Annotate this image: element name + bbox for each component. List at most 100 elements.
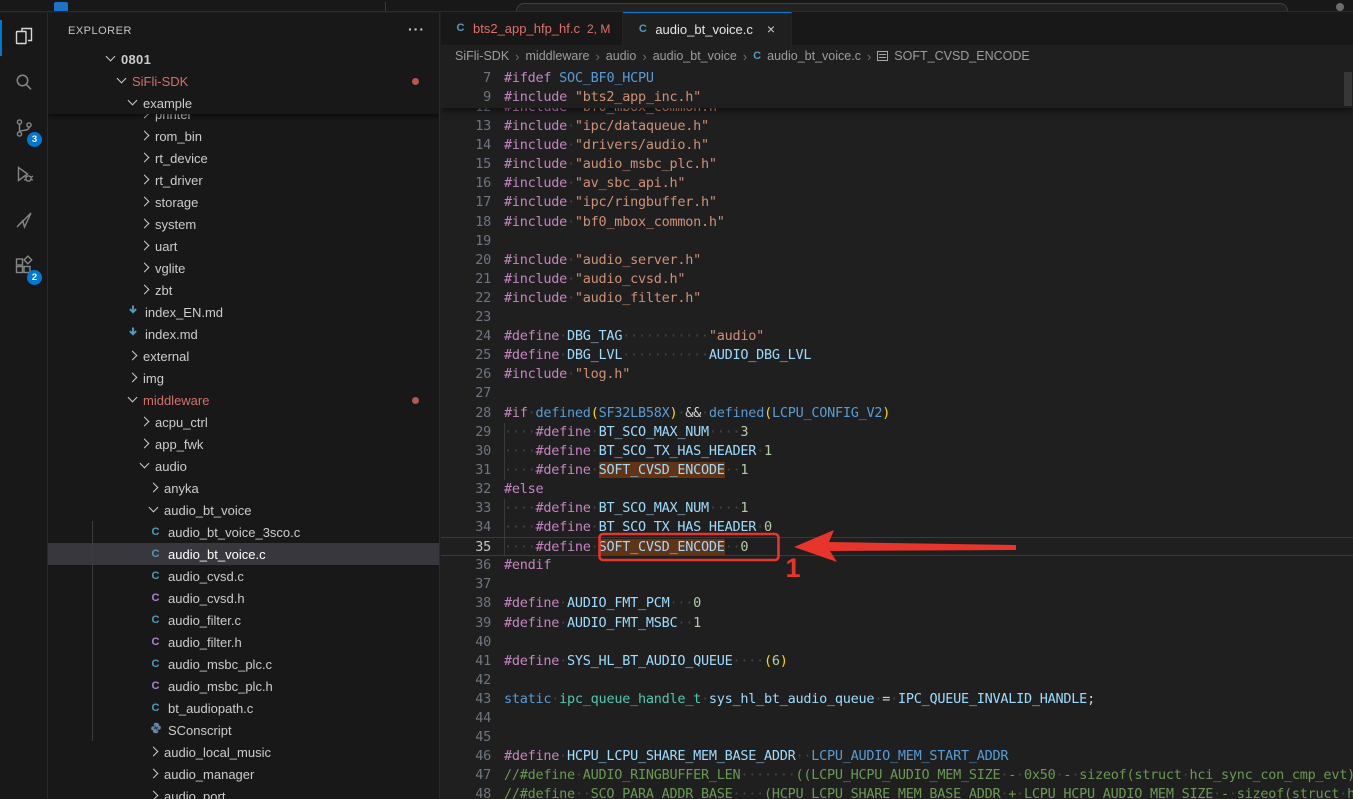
- breadcrumb-item[interactable]: audio_bt_voice: [653, 49, 737, 63]
- breadcrumb[interactable]: SiFli-SDK›middleware›audio›audio_bt_voic…: [441, 45, 1353, 67]
- line-number[interactable]: 15: [441, 155, 491, 174]
- code-line-28[interactable]: 28#if·defined(SF32LB58X)·&&·defined(LCPU…: [441, 404, 1353, 423]
- line-number[interactable]: 35: [441, 538, 491, 557]
- line-number[interactable]: 47: [441, 766, 491, 785]
- tree-item-rt_device[interactable]: rt_device: [48, 147, 439, 169]
- line-number[interactable]: 29: [441, 423, 491, 442]
- line-number[interactable]: 17: [441, 193, 491, 212]
- line-number[interactable]: 20: [441, 251, 491, 270]
- line-number[interactable]: 41: [441, 652, 491, 671]
- tree-item-audio_port[interactable]: audio_port: [48, 785, 439, 799]
- code-line-40[interactable]: 40: [441, 633, 1353, 652]
- tree-item-audio_msbc_plc.c[interactable]: Caudio_msbc_plc.c: [48, 653, 439, 675]
- breadcrumb-item[interactable]: SiFli-SDK: [455, 49, 509, 63]
- code-line-30[interactable]: 30····#define·BT_SCO_TX_HAS_HEADER·1: [441, 442, 1353, 461]
- line-number[interactable]: 7: [441, 69, 491, 88]
- tree-item-storage[interactable]: storage: [48, 191, 439, 213]
- tree-item-audio[interactable]: audio: [48, 455, 439, 477]
- command-center-search[interactable]: [516, 3, 1288, 12]
- code-line-41[interactable]: 41#define·SYS_HL_BT_AUDIO_QUEUE····(6): [441, 652, 1353, 671]
- code-line-21[interactable]: 21#include·"audio_cvsd.h": [441, 270, 1353, 289]
- tree-item-rom_bin[interactable]: rom_bin: [48, 125, 439, 147]
- tree-item-audio_msbc_plc.h[interactable]: Caudio_msbc_plc.h: [48, 675, 439, 697]
- code-line-31[interactable]: 31····#define·SOFT_CVSD_ENCODE··1: [441, 461, 1353, 480]
- code-line-23[interactable]: 23: [441, 308, 1353, 327]
- close-icon[interactable]: ×: [763, 21, 779, 37]
- code-line-32[interactable]: 32#else: [441, 480, 1353, 499]
- code-line-39[interactable]: 39#define·AUDIO_FMT_MSBC··1: [441, 614, 1353, 633]
- code-line-45[interactable]: 45: [441, 728, 1353, 747]
- line-number[interactable]: 32: [441, 480, 491, 499]
- code-line-22[interactable]: 22#include·"audio_filter.h": [441, 289, 1353, 308]
- line-number[interactable]: 30: [441, 442, 491, 461]
- breadcrumb-item[interactable]: audio: [606, 49, 637, 63]
- code-line-42[interactable]: 42: [441, 671, 1353, 690]
- code-line-36[interactable]: 36#endif: [441, 556, 1353, 575]
- tree-item-rt_driver[interactable]: rt_driver: [48, 169, 439, 191]
- tree-item-index.md[interactable]: index.md: [48, 323, 439, 345]
- code-line-9[interactable]: 9#include "bts2_app_inc.h": [441, 88, 1353, 107]
- code-line-19[interactable]: 19: [441, 232, 1353, 251]
- activitybar-remote-button[interactable]: [0, 199, 47, 245]
- line-number[interactable]: 16: [441, 174, 491, 193]
- line-number[interactable]: 42: [441, 671, 491, 690]
- activitybar-search-button[interactable]: [0, 61, 47, 107]
- tree-item-anyka[interactable]: anyka: [48, 477, 439, 499]
- code-line-15[interactable]: 15#include·"audio_msbc_plc.h": [441, 155, 1353, 174]
- code-line-35[interactable]: 35····#define·SOFT_CVSD_ENCODE··0: [441, 537, 1353, 556]
- code-line-33[interactable]: 33····#define·BT_SCO_MAX_NUM····1: [441, 499, 1353, 518]
- code-line-14[interactable]: 14#include·"drivers/audio.h": [441, 136, 1353, 155]
- tree-item-audio_cvsd.h[interactable]: Caudio_cvsd.h: [48, 587, 439, 609]
- tree-item-audio_manager[interactable]: audio_manager: [48, 763, 439, 785]
- code-line-34[interactable]: 34····#define·BT_SCO_TX_HAS_HEADER·0: [441, 518, 1353, 537]
- code-line-7[interactable]: 7#ifdef SOC_BF0_HCPU: [441, 69, 1353, 88]
- line-number[interactable]: 34: [441, 518, 491, 537]
- tab-bts2_app_hfp_hf.c[interactable]: Cbts2_app_hfp_hf.c2, M: [441, 12, 623, 45]
- tree-item-audio_bt_voice_3sco.c[interactable]: Caudio_bt_voice_3sco.c: [48, 521, 439, 543]
- line-number[interactable]: 39: [441, 614, 491, 633]
- line-number[interactable]: 45: [441, 728, 491, 747]
- code-line-48[interactable]: 48//#define··SCO_PARA_ADDR_BASE····(HCPU…: [441, 785, 1353, 799]
- tree-item-SiFli-SDK[interactable]: SiFli-SDK: [48, 70, 439, 92]
- tree-item-uart[interactable]: uart: [48, 235, 439, 257]
- breadcrumb-item[interactable]: audio_bt_voice.c: [767, 49, 861, 63]
- code-line-47[interactable]: 47//#define·AUDIO_RINGBUFFER_LEN·······(…: [441, 766, 1353, 785]
- line-number[interactable]: 44: [441, 709, 491, 728]
- activitybar-explorer-button[interactable]: [0, 15, 47, 61]
- tree-item-audio_bt_voice.c[interactable]: Caudio_bt_voice.c: [48, 543, 439, 565]
- line-number[interactable]: 24: [441, 327, 491, 346]
- tree-item-system[interactable]: system: [48, 213, 439, 235]
- titlebar-settings-icon[interactable]: [1336, 3, 1344, 11]
- code-line-18[interactable]: 18#include·"bf0_mbox_common.h": [441, 213, 1353, 232]
- line-number[interactable]: 46: [441, 747, 491, 766]
- activitybar-source-control-button[interactable]: 3: [0, 107, 47, 153]
- tree-item-acpu_ctrl[interactable]: acpu_ctrl: [48, 411, 439, 433]
- tree-item-audio_local_music[interactable]: audio_local_music: [48, 741, 439, 763]
- tree-item-app_fwk[interactable]: app_fwk: [48, 433, 439, 455]
- code-line-29[interactable]: 29····#define·BT_SCO_MAX_NUM····3: [441, 423, 1353, 442]
- line-number[interactable]: 14: [441, 136, 491, 155]
- line-number[interactable]: 37: [441, 575, 491, 594]
- tree-item-external[interactable]: external: [48, 345, 439, 367]
- sticky-scroll[interactable]: 7#ifdef SOC_BF0_HCPU9#include "bts2_app_…: [441, 67, 1353, 108]
- code-line-24[interactable]: 24#define·DBG_TAG···········"audio": [441, 327, 1353, 346]
- code-line-27[interactable]: 27: [441, 384, 1353, 403]
- line-number[interactable]: 21: [441, 270, 491, 289]
- breadcrumb-item[interactable]: SOFT_CVSD_ENCODE: [894, 49, 1029, 63]
- line-number[interactable]: 25: [441, 346, 491, 365]
- tree-item-example[interactable]: example: [48, 92, 439, 114]
- line-number[interactable]: 27: [441, 384, 491, 403]
- tree-item-img[interactable]: img: [48, 367, 439, 389]
- line-number[interactable]: 31: [441, 461, 491, 480]
- code-line-16[interactable]: 16#include·"av_sbc_api.h": [441, 174, 1353, 193]
- activitybar-extensions-button[interactable]: 2: [0, 245, 47, 291]
- line-number[interactable]: 28: [441, 404, 491, 423]
- code-line-38[interactable]: 38#define·AUDIO_FMT_PCM···0: [441, 594, 1353, 613]
- tree-item-0801[interactable]: 0801: [48, 48, 439, 70]
- code-line-44[interactable]: 44: [441, 709, 1353, 728]
- tree-item-zbt[interactable]: zbt: [48, 279, 439, 301]
- line-number[interactable]: 33: [441, 499, 491, 518]
- code-line-26[interactable]: 26#include·"log.h": [441, 365, 1353, 384]
- line-number[interactable]: 19: [441, 232, 491, 251]
- line-number[interactable]: 38: [441, 594, 491, 613]
